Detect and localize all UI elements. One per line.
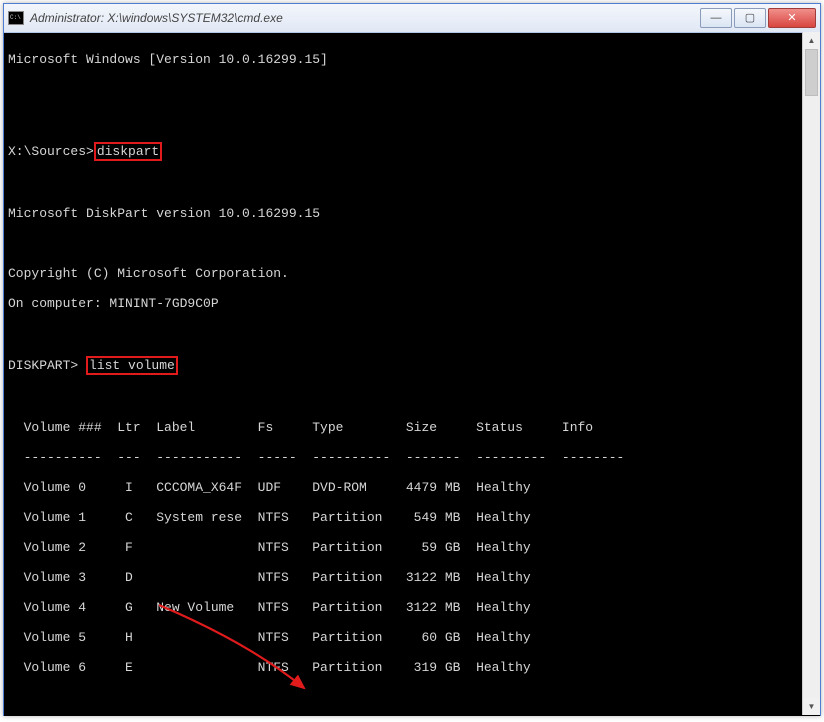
window-controls: — ▢ ✕	[698, 8, 816, 28]
terminal-output[interactable]: Microsoft Windows [Version 10.0.16299.15…	[4, 33, 820, 716]
volume-row: Volume 0 I CCCOMA_X64F UDF DVD-ROM 4479 …	[8, 480, 816, 495]
minimize-icon: —	[711, 13, 722, 24]
prompt: X:\Sources>	[8, 144, 94, 159]
close-button[interactable]: ✕	[768, 8, 816, 28]
volume-header: Volume ### Ltr Label Fs Type Size Status…	[8, 420, 816, 435]
window-title: Administrator: X:\windows\SYSTEM32\cmd.e…	[30, 11, 698, 25]
computer-line: On computer: MININT-7GD9C0P	[8, 296, 816, 311]
volume-row: Volume 1 C System rese NTFS Partition 54…	[8, 510, 816, 525]
titlebar: Administrator: X:\windows\SYSTEM32\cmd.e…	[4, 4, 820, 33]
minimize-button[interactable]: —	[700, 8, 732, 28]
scroll-down-button[interactable]: ▼	[803, 698, 820, 715]
scroll-up-button[interactable]: ▲	[803, 32, 820, 49]
diskpart-prompt: DISKPART>	[8, 358, 86, 373]
volume-row: Volume 6 E NTFS Partition 319 GB Healthy	[8, 660, 816, 675]
maximize-button[interactable]: ▢	[734, 8, 766, 28]
maximize-icon: ▢	[745, 13, 755, 24]
scrollbar[interactable]: ▲ ▼	[802, 32, 820, 715]
version-line: Microsoft Windows [Version 10.0.16299.15…	[8, 52, 816, 67]
highlight-diskpart: diskpart	[94, 142, 162, 161]
volume-row: Volume 5 H NTFS Partition 60 GB Healthy	[8, 630, 816, 645]
cmd-icon	[8, 11, 24, 25]
volume-divider: ---------- --- ----------- ----- -------…	[8, 450, 816, 465]
scroll-thumb[interactable]	[805, 49, 818, 96]
volume-row: Volume 3 D NTFS Partition 3122 MB Health…	[8, 570, 816, 585]
command-prompt-window: Administrator: X:\windows\SYSTEM32\cmd.e…	[3, 3, 821, 716]
volume-row: Volume 2 F NTFS Partition 59 GB Healthy	[8, 540, 816, 555]
scroll-track[interactable]	[803, 49, 820, 698]
highlight-list-volume: list volume	[86, 356, 178, 375]
copyright-line: Copyright (C) Microsoft Corporation.	[8, 266, 816, 281]
diskpart-version-line: Microsoft DiskPart version 10.0.16299.15	[8, 206, 816, 221]
volume-row: Volume 4 G New Volume NTFS Partition 312…	[8, 600, 816, 615]
close-icon: ✕	[787, 13, 796, 24]
